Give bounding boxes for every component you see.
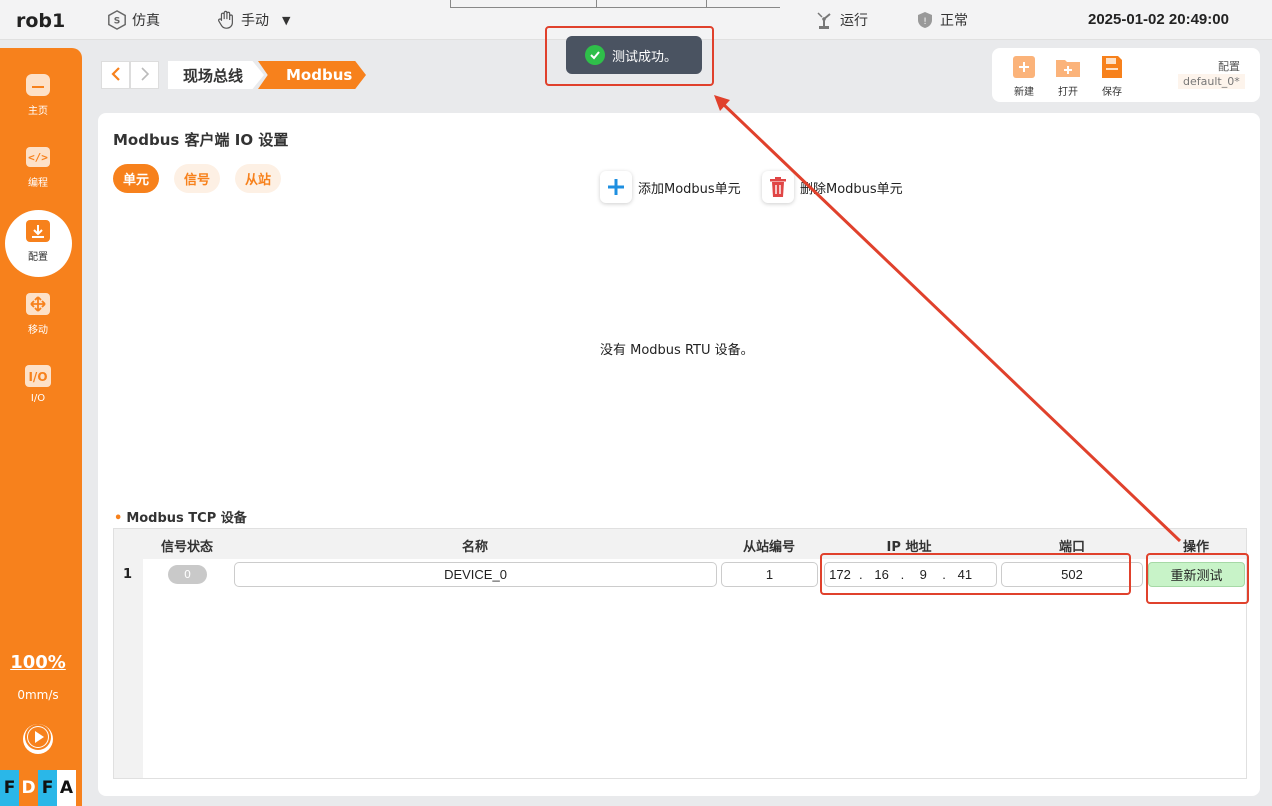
sidebar-item-home[interactable]: 主页: [0, 72, 76, 117]
hand-icon: [216, 10, 236, 30]
row-index: 1: [123, 567, 133, 582]
svg-text:S: S: [114, 17, 121, 27]
sidebar-item-program[interactable]: </> 编程: [0, 144, 76, 189]
new-label: 新建: [1014, 87, 1034, 98]
delete-label: 删除Modbus单元: [800, 181, 903, 197]
manual-mode-dropdown[interactable]: 手动 ▼: [216, 10, 290, 30]
signal-status-badge: 0: [168, 565, 207, 584]
col-name: 名称: [461, 540, 489, 555]
home-icon: [24, 72, 52, 98]
add-label: 添加Modbus单元: [638, 181, 741, 197]
chevron-down-icon: ▼: [282, 13, 291, 27]
folder-icon: [1055, 55, 1081, 79]
sidebar-item-label: 配置: [28, 252, 48, 263]
new-config-button[interactable]: 新建: [1004, 55, 1044, 98]
config-name[interactable]: default_0*: [1178, 74, 1245, 89]
sidebar-item-label: 移动: [28, 325, 48, 336]
config-label: 配置: [1218, 60, 1240, 73]
sidebar-item-label: I/O: [30, 393, 46, 404]
svg-text:I/O: I/O: [28, 370, 47, 384]
toast-highlight-box: [545, 26, 714, 86]
simulation-label: 仿真: [132, 13, 160, 29]
sidebar: 主页 </> 编程 配置 移动 I/O I/O 100% 0mm/s F D F: [0, 48, 82, 806]
delete-modbus-unit-button[interactable]: 删除Modbus单元: [762, 171, 903, 203]
trash-icon: [762, 171, 794, 203]
run-status: 运行: [815, 10, 868, 30]
col-slave-id: 从站编号: [742, 540, 796, 555]
open-config-button[interactable]: 打开: [1048, 55, 1088, 98]
tab-unit[interactable]: 单元: [113, 164, 159, 193]
main-card: Modbus 客户端 IO 设置 单元 信号 从站 添加Modbus单元 删除M…: [98, 113, 1260, 796]
breadcrumb-modbus[interactable]: Modbus: [258, 61, 366, 89]
flag-f1: F: [0, 770, 19, 806]
slave-id-field[interactable]: 1: [721, 562, 818, 587]
new-file-icon: [1011, 55, 1037, 79]
simulation-mode-button[interactable]: S 仿真: [107, 10, 160, 30]
code-icon: </>: [24, 144, 52, 170]
add-modbus-unit-button[interactable]: 添加Modbus单元: [600, 171, 741, 203]
col-signal-status: 信号状态: [160, 540, 214, 555]
breadcrumb-fieldbus[interactable]: 现场总线: [168, 61, 264, 89]
back-button[interactable]: [101, 61, 130, 89]
robot-name: rob1: [16, 10, 66, 32]
safety-status: ! 正常: [915, 10, 968, 30]
run-label: 运行: [840, 13, 868, 29]
save-label: 保存: [1102, 87, 1122, 98]
sidebar-item-label: 编程: [28, 178, 48, 189]
config-icon: [24, 218, 52, 244]
flag-f2: F: [38, 770, 57, 806]
chevron-left-icon: [110, 66, 122, 85]
shield-icon: !: [915, 10, 935, 30]
simulation-icon: S: [107, 10, 127, 30]
save-config-button[interactable]: 保存: [1092, 55, 1132, 98]
tab-signal[interactable]: 信号: [174, 164, 220, 193]
manual-label: 手动: [241, 13, 269, 29]
page-title: Modbus 客户端 IO 设置: [113, 131, 289, 149]
save-icon: [1099, 55, 1125, 79]
datetime: 2025-01-02 20:49:00: [1088, 11, 1229, 28]
forward-button[interactable]: [130, 61, 159, 89]
sidebar-item-io[interactable]: I/O I/O: [0, 363, 76, 404]
speed-mm: 0mm/s: [17, 688, 59, 702]
top-divider-lines: [450, 0, 780, 8]
status-label: 正常: [940, 13, 968, 29]
plus-icon: [600, 171, 632, 203]
device-name-field[interactable]: DEVICE_0: [234, 562, 717, 587]
config-panel: 新建 打开 保存 配置 default_0*: [992, 48, 1260, 102]
play-button[interactable]: [23, 724, 53, 754]
robot-arm-icon: [815, 10, 835, 30]
svg-text:!: !: [923, 17, 927, 27]
svg-text:</>: </>: [28, 151, 48, 164]
play-icon: [23, 722, 53, 756]
move-icon: [24, 291, 52, 317]
tab-slave[interactable]: 从站: [235, 164, 281, 193]
sidebar-item-label: 主页: [28, 106, 48, 117]
status-flags: F D F A: [0, 770, 76, 806]
flag-a: A: [57, 770, 76, 806]
empty-rtu-message: 没有 Modbus RTU 设备。: [600, 343, 754, 358]
sidebar-item-config[interactable]: 配置: [0, 218, 76, 263]
retest-highlight-box: [1146, 553, 1249, 604]
io-icon: I/O: [24, 363, 52, 389]
ip-port-highlight-box: [820, 553, 1131, 595]
speed-percent[interactable]: 100%: [0, 652, 76, 673]
history-nav: [101, 61, 159, 89]
tcp-section-label: • Modbus TCP 设备: [114, 507, 247, 526]
chevron-right-icon: [139, 66, 151, 85]
bullet-dot: •: [114, 511, 123, 526]
open-label: 打开: [1058, 87, 1078, 98]
sidebar-item-move[interactable]: 移动: [0, 291, 76, 336]
tcp-section-text: Modbus TCP 设备: [126, 511, 247, 526]
flag-d: D: [19, 770, 38, 806]
